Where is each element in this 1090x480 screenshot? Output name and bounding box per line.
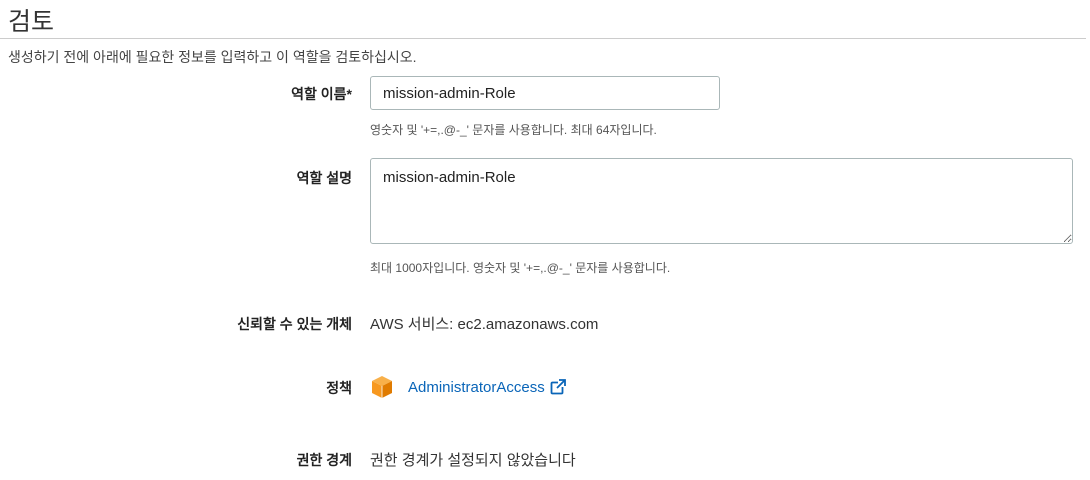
policy-row: AdministratorAccess xyxy=(370,375,566,399)
trusted-entity-value: AWS 서비스: ec2.amazonaws.com xyxy=(370,316,599,333)
administrator-access-link[interactable]: AdministratorAccess xyxy=(408,379,545,396)
page-description: 생성하기 전에 아래에 필요한 정보를 입력하고 이 역할을 검토하십시오. xyxy=(8,49,417,65)
role-description-label: 역할 설명 xyxy=(296,170,352,186)
role-description-textarea[interactable]: mission-admin-Role xyxy=(370,158,1073,244)
aws-policy-cube-icon xyxy=(372,376,392,398)
role-name-label: 역할 이름* xyxy=(291,86,352,102)
external-link-icon[interactable] xyxy=(550,379,566,395)
trusted-entity-label: 신뢰할 수 있는 개체 xyxy=(237,316,352,332)
policy-label: 정책 xyxy=(326,380,352,396)
title-divider xyxy=(0,38,1086,39)
page-title: 검토 xyxy=(8,8,55,36)
role-description-hint: 최대 1000자입니다. 영숫자 및 '+=,.@-_' 문자를 사용합니다. xyxy=(370,261,671,275)
role-name-hint: 영숫자 및 '+=,.@-_' 문자를 사용합니다. 최대 64자입니다. xyxy=(370,123,657,137)
permissions-boundary-label: 권한 경계 xyxy=(296,452,352,468)
permissions-boundary-value: 권한 경계가 설정되지 않았습니다 xyxy=(370,452,576,469)
review-page: 검토 생성하기 전에 아래에 필요한 정보를 입력하고 이 역할을 검토하십시오… xyxy=(0,0,1090,480)
role-name-input[interactable] xyxy=(370,76,720,110)
